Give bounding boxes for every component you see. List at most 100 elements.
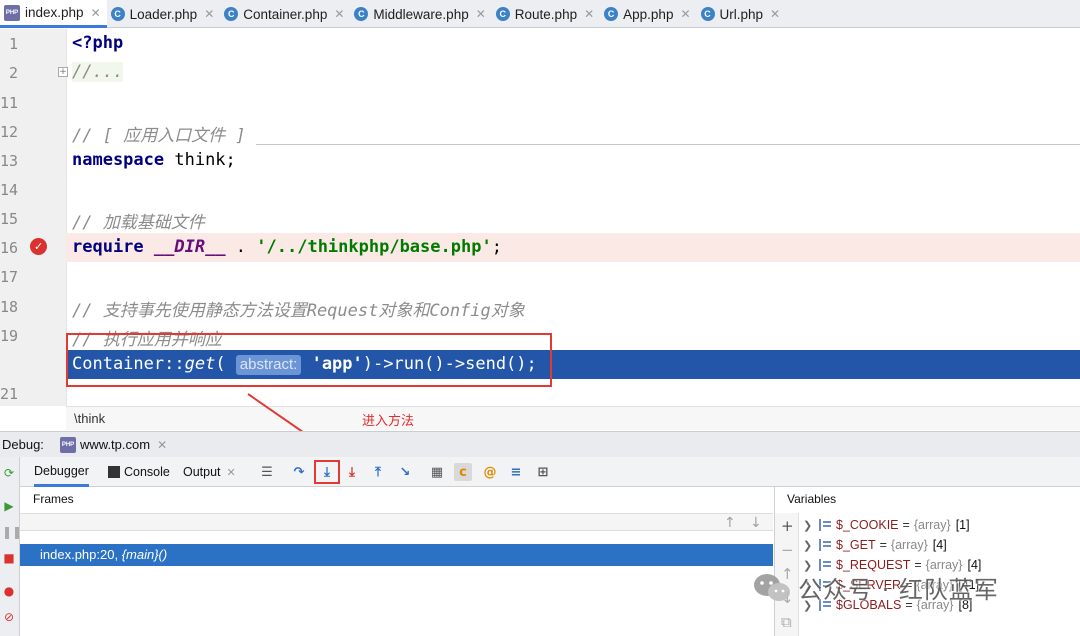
fold-icon[interactable]: + bbox=[58, 67, 68, 77]
line-number[interactable]: 15 bbox=[0, 210, 18, 228]
line-number[interactable]: 20 bbox=[0, 356, 18, 374]
class-icon[interactable]: c bbox=[454, 463, 472, 481]
close-icon[interactable]: ✕ bbox=[334, 7, 344, 21]
chevron-right-icon[interactable]: ❯ bbox=[803, 539, 815, 552]
list-icon[interactable]: ≡ bbox=[507, 463, 525, 481]
close-icon[interactable]: ✕ bbox=[204, 7, 214, 21]
code-token: namespace bbox=[72, 150, 165, 170]
view-breakpoints-icon[interactable]: ● bbox=[2, 584, 16, 598]
line-number[interactable]: 12 bbox=[0, 123, 18, 141]
rerun-icon[interactable]: ⟳ bbox=[2, 466, 16, 480]
editor-tab-label: index.php bbox=[25, 5, 84, 20]
equals-sign: = bbox=[879, 538, 887, 552]
mute-breakpoints-icon[interactable]: ⊘ bbox=[2, 610, 16, 624]
frames-panel: Frames ↑ ↓ index.php:20, {main}() bbox=[20, 487, 773, 636]
line-number[interactable]: 19 bbox=[0, 327, 18, 345]
code-line[interactable]: // 加载基础文件 bbox=[72, 208, 205, 233]
editor-tab-label: Route.php bbox=[514, 6, 578, 22]
variable-count: [4] bbox=[932, 538, 947, 552]
line-number[interactable]: 11 bbox=[0, 94, 18, 112]
close-icon[interactable]: ✕ bbox=[91, 6, 101, 20]
editor-tab-app[interactable]: C App.php ✕ bbox=[600, 0, 696, 28]
editor-tab-bar: PHP index.php ✕ C Loader.php ✕ C Container.php ✕… bbox=[0, 0, 1080, 28]
force-step-into-icon[interactable]: ⤓ bbox=[343, 463, 361, 481]
editor-tab-label: Loader.php bbox=[129, 6, 198, 22]
resume-icon[interactable]: ▶ bbox=[2, 499, 16, 513]
editor-tab-container[interactable]: C Container.php ✕ bbox=[220, 0, 350, 28]
code-token: require bbox=[72, 237, 144, 257]
close-icon[interactable]: ✕ bbox=[476, 7, 486, 21]
line-number[interactable]: 17 bbox=[0, 268, 18, 286]
line-number[interactable]: 13 bbox=[0, 152, 18, 170]
editor-tab-middleware[interactable]: C Middleware.php ✕ bbox=[350, 0, 491, 28]
line-number[interactable]: 18 bbox=[0, 298, 18, 316]
line-number[interactable]: 1 bbox=[0, 35, 18, 53]
line-number[interactable]: 16 bbox=[0, 239, 18, 257]
debug-toolbar: Debugger Console Output ✕ ☰ ↷ ⤓ ⤓ ⤒ ↘ ▦ c… bbox=[20, 457, 1080, 487]
editor-tab-loader[interactable]: C Loader.php ✕ bbox=[107, 0, 221, 28]
code-line[interactable]: //... bbox=[72, 62, 124, 82]
editor-tab-url[interactable]: C Url.php ✕ bbox=[697, 0, 787, 28]
arrow-up-icon[interactable]: ↑ bbox=[724, 514, 736, 532]
code-line[interactable]: // [ 应用入口文件 ] bbox=[72, 121, 246, 146]
code-token: // 加载基础文件 bbox=[72, 213, 205, 233]
tab-console[interactable]: Console bbox=[108, 457, 170, 487]
code-line[interactable]: <?php bbox=[72, 33, 123, 53]
editor-tab-index[interactable]: PHP index.php ✕ bbox=[0, 0, 107, 28]
line-number[interactable]: 21 bbox=[0, 385, 18, 403]
stop-icon[interactable]: ■ bbox=[2, 551, 16, 565]
run-to-cursor-icon[interactable]: ↘ bbox=[396, 463, 414, 481]
code-token: . bbox=[225, 237, 257, 257]
code-token: //... bbox=[72, 62, 124, 82]
code-token: // 支持事先使用静态方法设置Request对象和Config对象 bbox=[72, 301, 525, 321]
code-line[interactable]: // 支持事先使用静态方法设置Request对象和Config对象 bbox=[72, 296, 525, 321]
code-token: // [ 应用入口文件 ] bbox=[72, 126, 246, 146]
php-file-icon: PHP bbox=[60, 436, 76, 453]
copy-icon[interactable]: ⧉ bbox=[781, 613, 792, 631]
class-file-icon: C bbox=[700, 7, 715, 21]
variable-name: $_GET bbox=[836, 538, 876, 552]
line-number[interactable]: 14 bbox=[0, 181, 18, 199]
method-separator bbox=[256, 144, 1080, 145]
menu-icon[interactable]: ☰ bbox=[258, 463, 276, 481]
line-number[interactable]: 2 bbox=[0, 64, 18, 82]
array-icon bbox=[819, 539, 831, 551]
variable-row[interactable]: ❯ $_COOKIE = {array} [1] bbox=[803, 515, 970, 535]
debug-session-tab[interactable]: PHP www.tp.com ✕ bbox=[60, 436, 167, 453]
debug-label: Debug: bbox=[2, 437, 44, 452]
class-file-icon: C bbox=[495, 7, 510, 21]
code-token: <?php bbox=[72, 33, 124, 53]
step-out-icon[interactable]: ⤒ bbox=[369, 463, 387, 481]
close-icon[interactable]: ✕ bbox=[227, 466, 236, 479]
close-icon[interactable]: ✕ bbox=[680, 7, 690, 21]
code-line[interactable]: namespace think; bbox=[72, 150, 236, 170]
variable-row[interactable]: ❯ $_GET = {array} [4] bbox=[803, 535, 947, 555]
php-file-icon: PHP bbox=[4, 4, 20, 21]
code-line[interactable]: require __DIR__ . '/../thinkphp/base.php… bbox=[72, 237, 502, 257]
variable-count: [1] bbox=[955, 518, 970, 532]
pause-icon[interactable]: ❚❚ bbox=[2, 525, 22, 539]
variable-name: $_COOKIE bbox=[836, 518, 899, 532]
close-icon[interactable]: ✕ bbox=[584, 7, 594, 21]
step-into-icon[interactable]: ⤓ bbox=[314, 460, 340, 484]
frame-file: index.php:20, bbox=[40, 547, 122, 562]
at-icon[interactable]: @ bbox=[481, 463, 499, 481]
tab-output[interactable]: Output ✕ bbox=[183, 457, 236, 487]
step-over-icon[interactable]: ↷ bbox=[290, 463, 308, 481]
close-icon[interactable]: ✕ bbox=[157, 438, 167, 452]
add-watch-icon[interactable]: ⊞ bbox=[534, 463, 552, 481]
breadcrumb[interactable]: \think bbox=[66, 406, 1080, 430]
evaluate-expression-icon[interactable]: ▦ bbox=[428, 463, 446, 481]
editor-tab-route[interactable]: C Route.php ✕ bbox=[492, 0, 600, 28]
class-file-icon: C bbox=[110, 7, 125, 21]
editor-tab-label: Container.php bbox=[243, 6, 328, 22]
arrow-down-icon[interactable]: ↓ bbox=[750, 514, 762, 532]
chevron-right-icon[interactable]: ❯ bbox=[803, 519, 815, 532]
variables-panel: Variables + − ↑ ↓ ⧉ ❯ $_COOKIE = {array} [1]… bbox=[774, 487, 1080, 636]
frame-row[interactable]: index.php:20, {main}() bbox=[20, 544, 773, 566]
add-icon[interactable]: + bbox=[781, 517, 794, 535]
close-icon[interactable]: ✕ bbox=[770, 7, 780, 21]
array-icon bbox=[819, 519, 831, 531]
tab-debugger[interactable]: Debugger bbox=[34, 457, 89, 487]
remove-icon[interactable]: − bbox=[781, 541, 794, 559]
